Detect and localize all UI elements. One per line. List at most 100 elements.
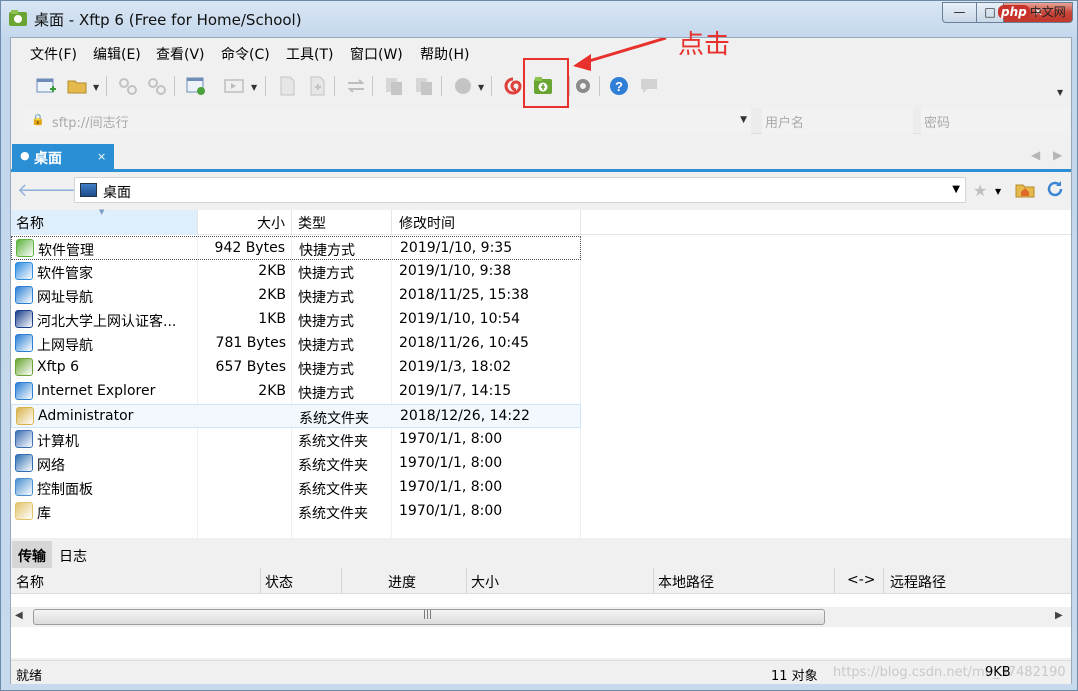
minimize-icon: — xyxy=(953,5,966,19)
file-name: 上网导航 xyxy=(37,338,93,354)
xftp-app-icon xyxy=(9,10,27,26)
file-type: 快捷方式 xyxy=(298,314,354,330)
client-area: 文件(F) 编辑(E) 查看(V) 命令(C) 工具(T) 窗口(W) 帮助(H… xyxy=(10,30,1072,684)
column-divider xyxy=(341,568,342,594)
transfer-column-size[interactable]: 大小 xyxy=(471,572,499,592)
file-size: 2KB xyxy=(258,263,286,279)
refresh-icon[interactable] xyxy=(1045,179,1065,199)
file-size: 1KB xyxy=(258,311,286,327)
tab-next-icon[interactable]: ▶ xyxy=(1053,148,1062,162)
home-folder-icon[interactable] xyxy=(1015,180,1035,198)
file-type: 快捷方式 xyxy=(299,243,355,259)
file-type: 快捷方式 xyxy=(298,290,354,306)
file-type: 快捷方式 xyxy=(298,338,354,354)
favorite-star-icon[interactable]: ★ xyxy=(973,181,987,200)
file-row[interactable]: 软件管理 942 Bytes 快捷方式 2019/1/10, 9:35 xyxy=(11,236,581,260)
file-size: 781 Bytes xyxy=(215,335,286,351)
scrollbar-thumb[interactable]: ||| xyxy=(33,609,825,625)
column-divider xyxy=(834,568,835,594)
transfer-list-header: 名称 状态 进度 大小 本地路径 <-> 远程路径 xyxy=(11,568,1071,594)
tab-log[interactable]: 日志 xyxy=(53,541,93,568)
username-field[interactable]: 用户名 xyxy=(762,108,913,134)
file-row[interactable]: 库 系统文件夹 1970/1/1, 8:00 xyxy=(11,500,581,524)
horizontal-scrollbar[interactable]: ◀ ||| ▶ xyxy=(11,607,1071,627)
scrollbar-grip-icon: ||| xyxy=(423,610,433,620)
file-name: 河北大学上网认证客... xyxy=(37,314,177,330)
file-row[interactable]: Administrator 系统文件夹 2018/12/26, 14:22 xyxy=(11,404,581,428)
column-modified-label: 修改时间 xyxy=(399,216,455,232)
favorite-dropdown-icon[interactable]: ▼ xyxy=(995,187,1001,196)
file-name: 软件管理 xyxy=(38,243,94,259)
desktop-icon xyxy=(80,183,97,197)
tab-desktop[interactable]: ● 桌面 × xyxy=(12,144,114,171)
session-tab-bar: ● 桌面 × ◀ ▶ xyxy=(11,142,1071,172)
path-input[interactable]: 桌面 ▼ xyxy=(74,177,966,203)
xftp-icon xyxy=(15,358,33,376)
column-type[interactable]: 类型 xyxy=(292,210,392,235)
transfer-column-direction[interactable]: <-> xyxy=(847,572,876,588)
username-placeholder: 用户名 xyxy=(765,116,805,131)
file-row[interactable]: 软件管家 2KB 快捷方式 2019/1/10, 9:38 xyxy=(11,260,581,284)
file-row[interactable]: 控制面板 系统文件夹 1970/1/1, 8:00 xyxy=(11,476,581,500)
watermark-logo: php 中文网 xyxy=(998,3,1066,20)
file-row[interactable]: 上网导航 781 Bytes 快捷方式 2018/11/26, 10:45 xyxy=(11,332,581,356)
file-row[interactable]: 网址导航 2KB 快捷方式 2018/11/25, 15:38 xyxy=(11,284,581,308)
file-name: 控制面板 xyxy=(37,482,93,498)
title-bar: 桌面 - Xftp 6 (Free for Home/School) — □ ✕… xyxy=(1,1,1077,37)
tab-transfer[interactable]: 传输 xyxy=(12,541,52,568)
host-dropdown-icon[interactable]: ▼ xyxy=(740,115,747,125)
object-count: 11 对象 xyxy=(771,669,818,684)
watermark-php: php xyxy=(998,5,1030,19)
tab-prev-icon[interactable]: ◀ xyxy=(1031,148,1040,162)
column-size[interactable]: 大小 xyxy=(198,210,292,235)
path-bar: 🡐 🡒 桌面 ▼ ★ ▼ xyxy=(11,174,1071,206)
xftp-window: 桌面 - Xftp 6 (Free for Home/School) — □ ✕… xyxy=(0,0,1078,691)
file-name: Administrator xyxy=(38,408,134,424)
file-size: 2KB xyxy=(258,383,286,399)
file-list-header: ▼ 名称 大小 类型 修改时间 xyxy=(11,208,1071,235)
path-dropdown-icon[interactable]: ▼ xyxy=(952,184,960,195)
tab-label: 桌面 xyxy=(34,151,62,167)
transfer-column-status[interactable]: 状态 xyxy=(265,572,293,592)
network-icon xyxy=(15,454,33,472)
scroll-right-icon[interactable]: ▶ xyxy=(1055,610,1063,621)
status-text: 就绪 xyxy=(16,669,43,684)
file-type: 系统文件夹 xyxy=(298,434,368,450)
column-name-label: 名称 xyxy=(16,216,44,232)
transfer-column-remote-path[interactable]: 远程路径 xyxy=(890,572,946,592)
university-client-icon xyxy=(15,310,33,328)
tab-close-icon[interactable]: × xyxy=(97,150,106,163)
password-placeholder: 密码 xyxy=(924,116,951,131)
password-field[interactable]: 密码 xyxy=(921,108,1069,134)
minimize-button[interactable]: — xyxy=(942,2,977,23)
file-row[interactable]: 河北大学上网认证客... 1KB 快捷方式 2019/1/10, 10:54 xyxy=(11,308,581,332)
column-name[interactable]: ▼ 名称 xyxy=(11,208,198,235)
column-modified[interactable]: 修改时间 xyxy=(392,210,581,235)
transfer-column-progress[interactable]: 进度 xyxy=(388,572,416,592)
file-type: 快捷方式 xyxy=(298,266,354,282)
file-name: Internet Explorer xyxy=(37,383,156,399)
file-name: 软件管家 xyxy=(37,266,93,282)
host-field[interactable]: 🔒 sftp://间志行 ▼ xyxy=(23,108,751,134)
file-modified: 2018/12/26, 14:22 xyxy=(400,408,530,424)
path-text: 桌面 xyxy=(103,185,131,201)
file-modified: 2019/1/10, 9:35 xyxy=(400,240,513,256)
annotation-label: 点击 xyxy=(678,30,731,60)
transfer-column-name[interactable]: 名称 xyxy=(16,572,44,592)
file-row[interactable]: Xftp 6 657 Bytes 快捷方式 2019/1/3, 18:02 xyxy=(11,356,581,380)
file-list: ▼ 名称 大小 类型 修改时间 软件管理 942 Bytes 快捷方式 2019/1/… xyxy=(11,208,1071,538)
file-type: 快捷方式 xyxy=(298,362,354,378)
file-row[interactable]: 计算机 系统文件夹 1970/1/1, 8:00 xyxy=(11,428,581,452)
ie-icon xyxy=(15,382,33,400)
file-row[interactable]: Internet Explorer 2KB 快捷方式 2019/1/7, 14:15 xyxy=(11,380,581,404)
file-row[interactable]: 网络 系统文件夹 1970/1/1, 8:00 xyxy=(11,452,581,476)
transfer-column-local-path[interactable]: 本地路径 xyxy=(658,572,714,592)
file-modified: 2019/1/7, 14:15 xyxy=(399,383,512,399)
scroll-left-icon[interactable]: ◀ xyxy=(15,610,23,621)
computer-icon xyxy=(15,430,33,448)
user-folder-icon xyxy=(16,407,34,425)
host-placeholder: sftp://间志行 xyxy=(52,116,129,131)
control-panel-icon xyxy=(15,478,33,496)
file-modified: 2019/1/10, 9:38 xyxy=(399,263,512,279)
file-type: 系统文件夹 xyxy=(299,411,369,427)
